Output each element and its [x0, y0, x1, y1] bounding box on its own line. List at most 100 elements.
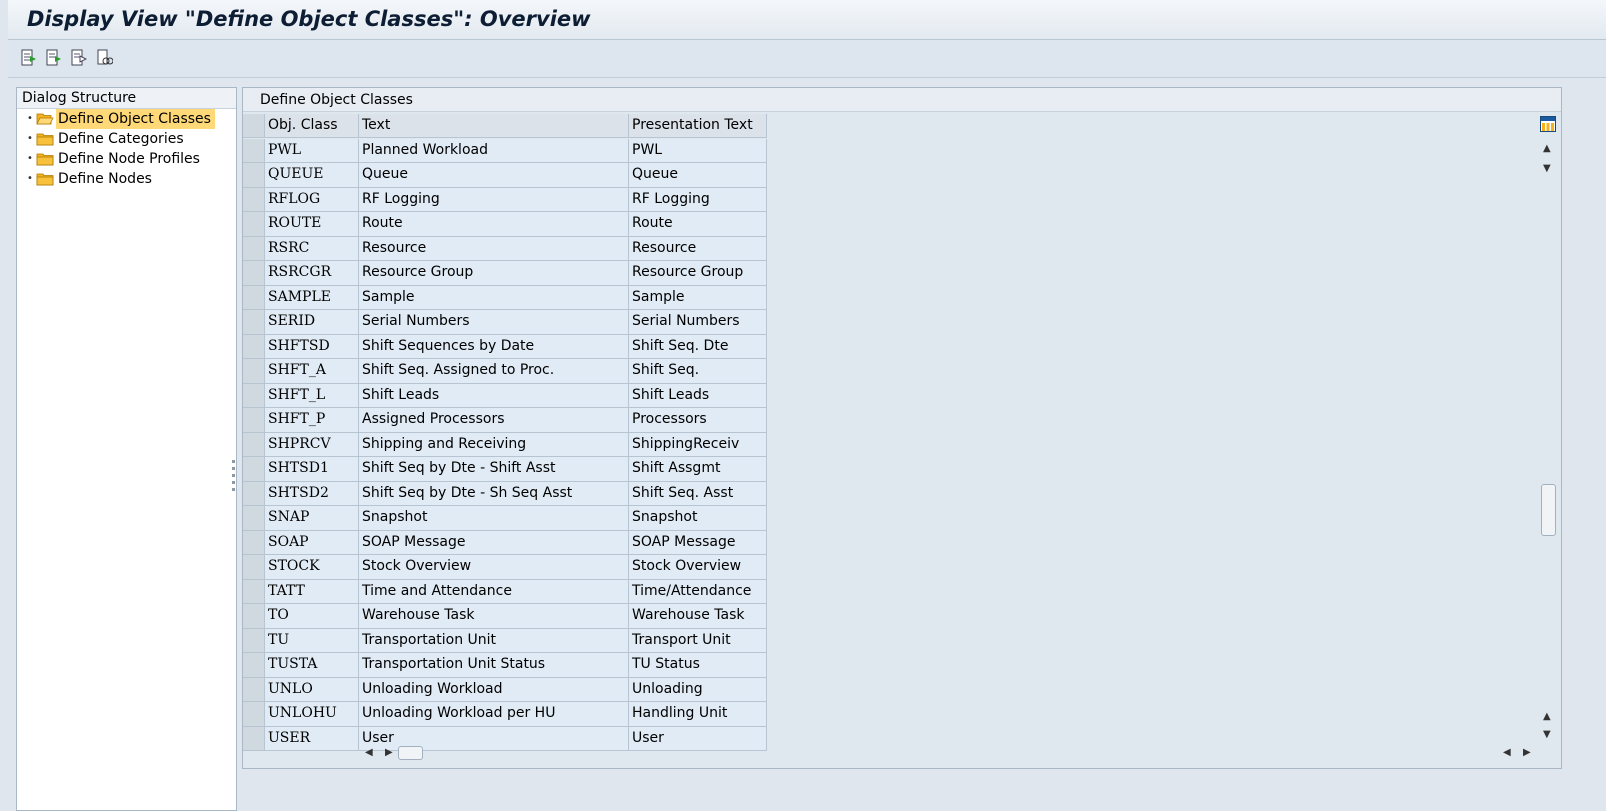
row-selector[interactable] — [243, 138, 265, 163]
row-selector[interactable] — [243, 310, 265, 335]
table-row[interactable]: SHFT_L Shift Leads Shift Leads — [243, 383, 767, 408]
obj-class-cell: SERID — [265, 310, 359, 335]
scroll-right-icon[interactable]: ▶ — [385, 748, 393, 758]
select-all-cell[interactable] — [243, 114, 265, 138]
row-selector[interactable] — [243, 726, 265, 751]
table-row[interactable]: QUEUE Queue Queue — [243, 163, 767, 188]
table-row[interactable]: SHFT_A Shift Seq. Assigned to Proc. Shift … — [243, 359, 767, 384]
table-row[interactable]: SAMPLE Sample Sample — [243, 285, 767, 310]
row-selector[interactable] — [243, 604, 265, 629]
table-row[interactable]: SOAP SOAP Message SOAP Message — [243, 530, 767, 555]
row-selector[interactable] — [243, 653, 265, 678]
horizontal-scroll-thumb[interactable] — [398, 746, 423, 760]
tree-item[interactable]: • Define Object Classes — [17, 109, 236, 129]
table-row[interactable]: SERID Serial Numbers Serial Numbers — [243, 310, 767, 335]
row-selector[interactable] — [243, 334, 265, 359]
row-selector[interactable] — [243, 285, 265, 310]
table-body: PWL Planned Workload PWL QUEUE Queue Queue RFL… — [243, 138, 767, 751]
scroll-up-icon[interactable]: ▲ — [1543, 144, 1551, 154]
scroll-down-icon[interactable]: ▼ — [1543, 164, 1551, 174]
scroll-left-icon[interactable]: ◀ — [365, 748, 373, 758]
column-header-obj-class[interactable]: Obj. Class — [265, 114, 359, 138]
presentation-text-cell: Sample — [629, 285, 767, 310]
table-row[interactable]: PWL Planned Workload PWL — [243, 138, 767, 163]
table-row[interactable]: STOCK Stock Overview Stock Overview — [243, 555, 767, 580]
row-selector[interactable] — [243, 432, 265, 457]
vertical-scrollbar[interactable]: ▲ ▼ ▲ ▼ — [1540, 116, 1556, 740]
row-selector[interactable] — [243, 359, 265, 384]
row-selector[interactable] — [243, 383, 265, 408]
table-row[interactable]: UNLO Unloading Workload Unloading — [243, 677, 767, 702]
text-cell: Transportation Unit — [359, 628, 629, 653]
scroll-far-left-icon[interactable]: ◀ — [1503, 748, 1511, 758]
row-selector[interactable] — [243, 261, 265, 286]
table-title: Define Object Classes — [243, 88, 1561, 112]
table-row[interactable]: RSRC Resource Resource — [243, 236, 767, 261]
row-selector[interactable] — [243, 555, 265, 580]
row-selector[interactable] — [243, 530, 265, 555]
scroll-page-down-icon[interactable]: ▼ — [1543, 730, 1551, 740]
table-row[interactable]: RSRCGR Resource Group Resource Group — [243, 261, 767, 286]
row-selector[interactable] — [243, 163, 265, 188]
table-row[interactable]: SHFT_P Assigned Processors Processors — [243, 408, 767, 433]
column-layout-icon[interactable] — [1540, 116, 1556, 134]
table-row[interactable]: SNAP Snapshot Snapshot — [243, 506, 767, 531]
table-row[interactable]: SHTSD2 Shift Seq by Dte - Sh Seq Asst Shif… — [243, 481, 767, 506]
table-row[interactable]: UNLOHU Unloading Workload per HU Handling … — [243, 702, 767, 727]
row-selector[interactable] — [243, 212, 265, 237]
text-cell: SOAP Message — [359, 530, 629, 555]
table-row[interactable]: TO Warehouse Task Warehouse Task — [243, 604, 767, 629]
table-row[interactable]: TU Transportation Unit Transport Unit — [243, 628, 767, 653]
row-selector[interactable] — [243, 677, 265, 702]
row-selector[interactable] — [243, 408, 265, 433]
row-selector[interactable] — [243, 187, 265, 212]
collapse-icon[interactable] — [44, 48, 64, 68]
presentation-text-cell: Shift Leads — [629, 383, 767, 408]
folder-icon — [36, 173, 54, 186]
obj-class-cell: USER — [265, 726, 359, 751]
vertical-scroll-thumb[interactable] — [1541, 484, 1556, 536]
tree-item[interactable]: • Define Nodes — [17, 169, 236, 189]
table-row[interactable]: ROUTE Route Route — [243, 212, 767, 237]
row-selector[interactable] — [243, 628, 265, 653]
table-row[interactable]: TUSTA Transportation Unit Status TU Status — [243, 653, 767, 678]
table-row[interactable]: SHPRCV Shipping and Receiving ShippingRece… — [243, 432, 767, 457]
text-cell: Shift Leads — [359, 383, 629, 408]
row-selector[interactable] — [243, 506, 265, 531]
table-row[interactable]: RFLOG RF Logging RF Logging — [243, 187, 767, 212]
tree-item[interactable]: • Define Categories — [17, 129, 236, 149]
obj-class-cell: SHFT_A — [265, 359, 359, 384]
obj-class-cell: TO — [265, 604, 359, 629]
obj-class-cell: UNLO — [265, 677, 359, 702]
text-cell: Queue — [359, 163, 629, 188]
table-row[interactable]: SHTSD1 Shift Seq by Dte - Shift Asst Shift… — [243, 457, 767, 482]
presentation-text-cell: Unloading — [629, 677, 767, 702]
table-row[interactable]: SHFTSD Shift Sequences by Date Shift Seq. … — [243, 334, 767, 359]
row-selector[interactable] — [243, 702, 265, 727]
expand-icon[interactable] — [19, 48, 39, 68]
scroll-far-right-icon[interactable]: ▶ — [1523, 748, 1531, 758]
column-header-text[interactable]: Text — [359, 114, 629, 138]
row-selector[interactable] — [243, 236, 265, 261]
tree-bullet: • — [27, 153, 33, 164]
presentation-text-cell: Processors — [629, 408, 767, 433]
dialog-structure-header: Dialog Structure — [17, 88, 236, 109]
find-icon[interactable] — [95, 48, 115, 68]
row-selector[interactable] — [243, 579, 265, 604]
tree-item[interactable]: • Define Node Profiles — [17, 149, 236, 169]
dialog-structure-panel: Dialog Structure • Define Object Classes •… — [16, 87, 237, 811]
column-header-presentation-text[interactable]: Presentation Text — [629, 114, 767, 138]
obj-class-cell: RSRC — [265, 236, 359, 261]
text-cell: Resource — [359, 236, 629, 261]
presentation-text-cell: Serial Numbers — [629, 310, 767, 335]
scroll-page-up-icon[interactable]: ▲ — [1543, 712, 1551, 722]
panel-splitter[interactable] — [232, 460, 236, 500]
row-selector[interactable] — [243, 457, 265, 482]
select-icon[interactable] — [69, 48, 89, 68]
table-row[interactable]: TATT Time and Attendance Time/Attendance — [243, 579, 767, 604]
obj-class-cell: PWL — [265, 138, 359, 163]
horizontal-scrollbar[interactable]: ◀ ▶ ◀ ▶ — [363, 744, 1535, 762]
text-cell: Route — [359, 212, 629, 237]
obj-class-cell: SHTSD2 — [265, 481, 359, 506]
row-selector[interactable] — [243, 481, 265, 506]
